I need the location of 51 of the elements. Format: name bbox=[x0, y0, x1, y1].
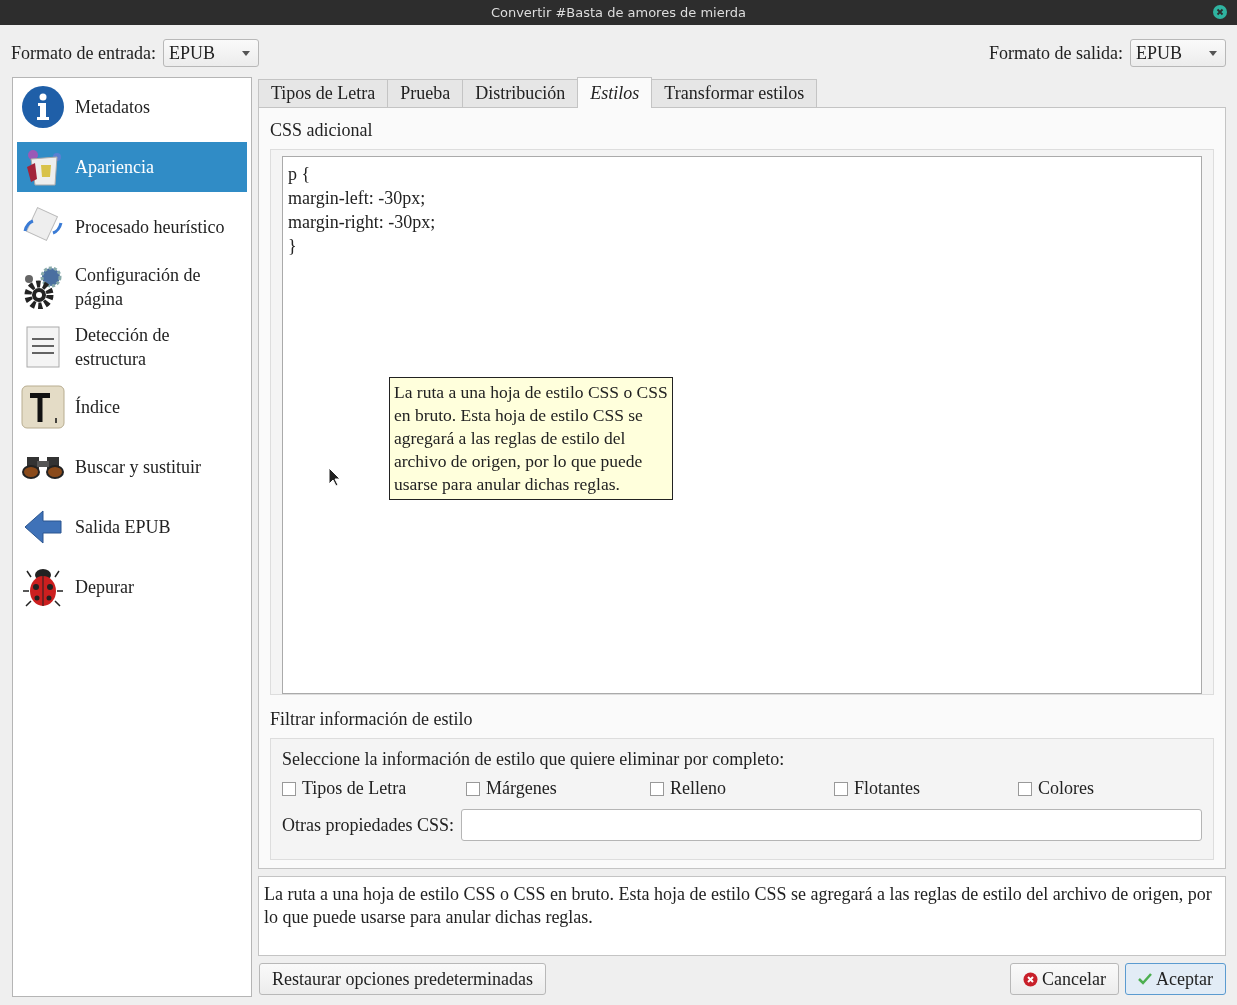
section-title: Filtrar información de estilo bbox=[270, 709, 474, 731]
checkbox-option[interactable]: Colores bbox=[1018, 778, 1202, 799]
tab[interactable]: Estilos bbox=[577, 77, 653, 108]
checkmark-icon bbox=[1138, 973, 1153, 985]
tooltip: La ruta a una hoja de estilo CSS o CSS en bruto. Esta hoja de estilo CSS se agregará a las reglas de estilo del archivo de origen, por lo que puede usarse para anular dichas reglas. bbox=[389, 377, 673, 500]
output-format-label: Formato de salida: bbox=[989, 42, 1123, 64]
tab[interactable]: Distribución bbox=[462, 79, 579, 107]
mouse-pointer-icon bbox=[328, 467, 341, 487]
tab[interactable]: Transformar estilos bbox=[651, 79, 818, 107]
description-text: La ruta a una hoja de estilo CSS o CSS en bruto. Esta hoja de estilo CSS se agregará a las reglas de estilo del archivo de origen, por lo que puede usarse para anular dichas reglas. bbox=[258, 876, 1226, 956]
caret-icon bbox=[1209, 50, 1217, 56]
checkbox-option[interactable]: Relleno bbox=[650, 778, 834, 799]
code-line: margin-right: -30px; bbox=[288, 211, 437, 234]
tab[interactable]: Tipos de Letra bbox=[258, 79, 389, 107]
checkbox[interactable] bbox=[282, 781, 296, 796]
checkbox[interactable] bbox=[1018, 781, 1032, 796]
checkbox-option[interactable]: Flotantes bbox=[834, 778, 1018, 799]
window-title: Convertir #Basta de amores de mierda bbox=[490, 5, 747, 20]
code-line: p { bbox=[288, 163, 312, 186]
checkbox[interactable] bbox=[650, 781, 664, 796]
caret-icon bbox=[241, 50, 250, 56]
code-line: } bbox=[288, 235, 298, 258]
accept-button[interactable]: Aceptar bbox=[1125, 963, 1226, 995]
section-title: CSS adicional bbox=[270, 120, 374, 142]
letter-tile-icon bbox=[21, 385, 65, 429]
filter-prompt: Seleccione la información de estilo que quiere eliminar por completo: bbox=[282, 749, 786, 770]
sidebar-item[interactable]: Salida EPUB bbox=[17, 502, 247, 552]
sidebar-item[interactable]: Buscar y sustituir bbox=[17, 442, 247, 492]
input-field[interactable] bbox=[461, 809, 1202, 841]
checkbox-option[interactable]: Márgenes bbox=[466, 778, 650, 799]
sidebar-item[interactable]: Índice bbox=[17, 382, 247, 432]
sidebar-item[interactable]: Procesado heurístico bbox=[17, 202, 247, 252]
sidebar-item[interactable]: Detección de estructura bbox=[17, 322, 247, 372]
input-format-dropdown[interactable]: EPUB bbox=[162, 39, 259, 67]
sidebar-item[interactable]: Metadatos bbox=[17, 82, 247, 132]
code-line: margin-left: -30px; bbox=[288, 187, 427, 210]
tab[interactable]: Prueba bbox=[387, 79, 464, 107]
checkbox[interactable] bbox=[466, 781, 480, 796]
sidebar-item[interactable]: Depurar bbox=[17, 562, 247, 612]
cancel-button[interactable]: Cancelar bbox=[1010, 963, 1120, 995]
checkbox-option[interactable]: Tipos de Letra bbox=[282, 778, 466, 799]
output-format-dropdown[interactable]: EPUB bbox=[1130, 39, 1226, 67]
restore-defaults-button[interactable]: Restaurar opciones predeterminadas bbox=[259, 963, 546, 995]
checkbox[interactable] bbox=[834, 781, 848, 796]
close-icon[interactable] bbox=[1213, 5, 1227, 19]
sidebar-item[interactable]: Configuración de página bbox=[17, 262, 247, 312]
other-properties-label: Otras propiedades CSS: bbox=[282, 814, 454, 836]
sidebar-item[interactable]: Apariencia bbox=[17, 142, 247, 192]
cancel-icon bbox=[1023, 971, 1039, 987]
input-format-label: Formato de entrada: bbox=[11, 42, 156, 64]
info-icon bbox=[21, 85, 65, 129]
